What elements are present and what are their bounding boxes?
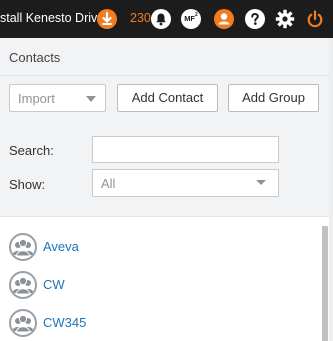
power-icon[interactable] [305, 9, 325, 29]
download-icon[interactable] [97, 9, 117, 29]
top-bar: stall Kenesto Drive 230 MF2 [0, 0, 333, 38]
filters-area: Search: Show: All [0, 121, 329, 217]
show-select-value: All [101, 176, 116, 191]
contact-name[interactable]: Aveva [43, 239, 79, 254]
contacts-list: Aveva CW CW345 [0, 217, 329, 341]
group-avatar-icon [9, 309, 37, 337]
search-label: Search: [9, 143, 54, 158]
user-icon[interactable] [214, 9, 234, 29]
contact-row[interactable]: CW [0, 265, 318, 303]
user-initials: MF [184, 14, 196, 23]
group-avatar-icon [9, 271, 37, 299]
install-drive-link[interactable]: stall Kenesto Drive [0, 11, 104, 25]
panel-edge [329, 38, 333, 341]
bell-icon[interactable] [151, 9, 171, 29]
user-initials-badge[interactable]: MF2 [181, 9, 201, 29]
import-select[interactable]: Import [9, 84, 106, 112]
user-initials-sup: 2 [195, 12, 198, 18]
contact-name[interactable]: CW [43, 277, 65, 292]
contact-name[interactable]: CW345 [43, 315, 86, 330]
chevron-down-icon [86, 96, 96, 102]
import-select-value: Import [18, 91, 55, 106]
gear-icon[interactable] [275, 9, 295, 29]
panel-header: Contacts [0, 38, 329, 76]
add-group-button[interactable]: Add Group [228, 84, 319, 112]
chevron-down-icon [256, 180, 266, 185]
help-icon[interactable] [245, 9, 265, 29]
panel-title: Contacts [9, 50, 61, 65]
add-contact-button[interactable]: Add Contact [117, 84, 218, 112]
notification-count[interactable]: 230 [130, 11, 151, 25]
group-avatar-icon [9, 233, 37, 261]
scrollbar-thumb[interactable] [322, 226, 328, 341]
contact-row[interactable]: CW345 [0, 303, 318, 341]
contacts-panel: Contacts Import Add Contact Add Group Se… [0, 38, 329, 341]
show-select[interactable]: All [92, 169, 279, 197]
contact-row[interactable]: Aveva [0, 227, 318, 265]
show-label: Show: [9, 177, 46, 192]
search-input[interactable] [92, 136, 279, 163]
